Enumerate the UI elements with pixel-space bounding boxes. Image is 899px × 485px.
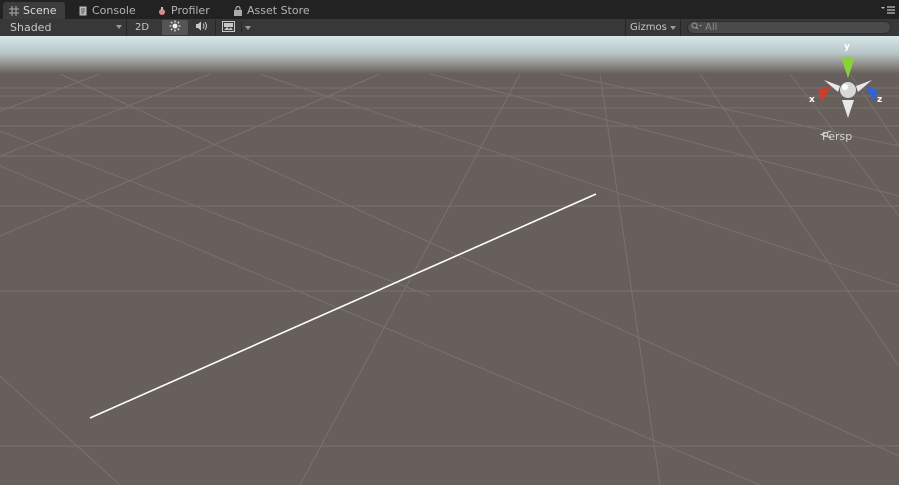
scene-lighting-toggle[interactable] <box>162 20 188 35</box>
scene-viewport[interactable]: y x z Persp <box>0 36 899 485</box>
shading-mode-label: Shaded <box>10 21 52 34</box>
search-input[interactable] <box>703 22 885 33</box>
chevron-down-icon <box>670 26 676 30</box>
menu-icon[interactable] <box>881 4 895 16</box>
search-field[interactable] <box>687 21 891 34</box>
image-icon <box>222 20 235 35</box>
gizmos-label: Gizmos <box>630 22 667 33</box>
search-icon <box>691 21 703 34</box>
tab-asset-store[interactable]: Asset Store <box>227 2 316 19</box>
sun-icon <box>169 20 181 35</box>
tab-label: Profiler <box>171 4 210 17</box>
tab-label: Console <box>92 4 136 17</box>
gizmos-dropdown[interactable]: Gizmos <box>625 19 681 36</box>
tab-console[interactable]: Console <box>72 2 142 19</box>
divider <box>241 22 242 33</box>
tab-profiler[interactable]: Profiler <box>151 2 216 19</box>
axis-x-label: x <box>809 95 815 105</box>
scene-canvas <box>0 36 899 485</box>
tab-label: Asset Store <box>247 4 310 17</box>
projection-toggle[interactable]: Persp <box>820 130 852 143</box>
shading-mode-dropdown[interactable]: Shaded <box>0 19 127 36</box>
profiler-icon <box>157 6 167 16</box>
console-icon <box>78 6 88 16</box>
scene-grid-icon <box>9 5 19 16</box>
tab-bar: Scene Console Profiler Asset Store <box>0 0 899 20</box>
chevron-down-icon <box>245 25 251 30</box>
scene-effects-dropdown[interactable] <box>215 20 252 35</box>
chevron-down-icon <box>116 25 122 29</box>
audio-icon <box>195 20 209 35</box>
sky-horizon <box>0 36 899 74</box>
mode-2d-toggle[interactable]: 2D <box>128 20 156 35</box>
asset-store-icon <box>233 5 243 16</box>
scene-toolbar: Shaded 2D Gizmos <box>0 19 899 37</box>
axis-z-label: z <box>877 95 883 105</box>
scene-audio-toggle[interactable] <box>189 20 215 35</box>
tab-scene[interactable]: Scene <box>3 2 65 19</box>
axis-y-label: y <box>844 42 850 52</box>
tab-label: Scene <box>23 4 57 17</box>
mode-2d-label: 2D <box>134 22 150 33</box>
